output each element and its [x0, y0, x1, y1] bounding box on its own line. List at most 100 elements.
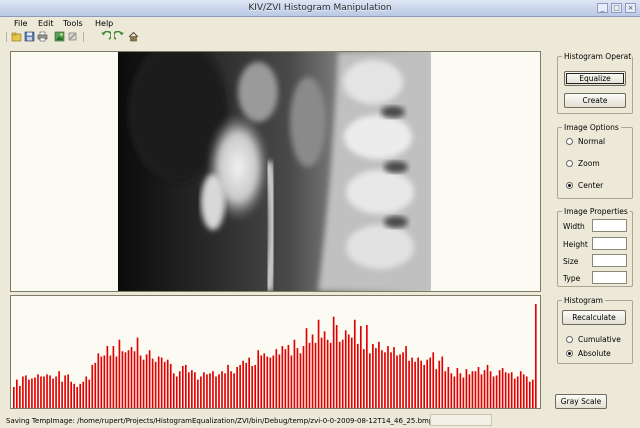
normal-label: Normal — [578, 137, 606, 146]
maximize-button[interactable]: □ — [611, 3, 622, 13]
zoom-radio[interactable]: Zoom — [566, 159, 600, 168]
status-bar-text: Saving TempImage: /home/rupert/Projects/… — [6, 417, 434, 425]
histogram-bar — [25, 375, 27, 408]
histogram-bar — [94, 362, 97, 408]
title-bar: KIV/ZVI Histogram Manipulation _ □ × — [0, 0, 640, 17]
histogram-bar — [296, 348, 299, 408]
histogram-bar — [52, 378, 54, 408]
histogram-bar — [239, 364, 241, 408]
histogram-bar — [417, 357, 419, 408]
histogram-operations-title: Histogram Operations — [562, 52, 632, 61]
menu-file[interactable]: File — [14, 19, 27, 28]
histogram-bar — [375, 348, 377, 408]
print-icon[interactable] — [37, 31, 48, 42]
normal-radio[interactable]: Normal — [566, 137, 605, 146]
normal-radio-dot[interactable] — [566, 138, 573, 145]
histogram-bar — [501, 368, 504, 408]
minimize-button[interactable]: _ — [597, 3, 608, 13]
histogram-bar — [166, 359, 169, 408]
histogram-bar — [453, 376, 456, 408]
histogram-bar — [178, 371, 181, 408]
histogram-bar — [257, 350, 260, 408]
menu-edit[interactable]: Edit — [38, 19, 54, 28]
absolute-radio[interactable]: Absolute — [566, 349, 611, 358]
center-radio-dot[interactable] — [566, 182, 573, 189]
histogram-bar — [350, 337, 353, 408]
histogram-bar — [332, 316, 335, 408]
histogram-bar — [266, 356, 269, 408]
width-label: Width — [563, 222, 585, 231]
histogram-bar — [272, 355, 275, 408]
histogram-bar — [516, 376, 519, 408]
gray-scale-button[interactable]: Gray Scale — [555, 394, 607, 409]
create-button[interactable]: Create — [564, 93, 626, 108]
menu-help[interactable]: Help — [95, 19, 113, 28]
histogram-bar — [82, 381, 85, 408]
histogram-bar — [378, 341, 380, 408]
new-icon[interactable] — [11, 31, 22, 42]
histogram-bar — [55, 376, 57, 408]
histogram-bar — [85, 376, 88, 408]
histogram-bar — [429, 357, 432, 408]
width-field[interactable] — [592, 219, 627, 232]
menu-bar: File Edit Tools Help — [0, 17, 640, 30]
type-field[interactable] — [592, 271, 627, 284]
equalize-button[interactable]: Equalize — [564, 71, 626, 86]
save-icon[interactable] — [24, 31, 35, 42]
crop-icon[interactable] — [67, 31, 78, 42]
redo-icon[interactable] — [114, 31, 125, 42]
histogram-bar — [281, 346, 284, 408]
histogram-bar — [531, 379, 534, 408]
histogram-bar — [347, 334, 350, 408]
undo-icon[interactable] — [100, 31, 111, 42]
histogram-bar — [384, 352, 386, 408]
absolute-radio-dot[interactable] — [566, 350, 573, 357]
histogram-bar — [40, 376, 42, 408]
histogram-chart — [13, 304, 537, 408]
cumulative-radio-dot[interactable] — [566, 336, 573, 343]
histogram-bar — [344, 330, 347, 408]
height-label: Height — [563, 240, 588, 249]
histogram-bar — [233, 373, 235, 408]
histogram-bar — [320, 337, 323, 408]
histogram-bar — [480, 374, 483, 408]
absolute-label: Absolute — [578, 349, 611, 358]
histogram-bar — [293, 339, 296, 408]
histogram-bar — [97, 353, 100, 408]
size-label: Size — [563, 257, 579, 266]
home-icon[interactable] — [128, 31, 139, 42]
cumulative-radio[interactable]: Cumulative — [566, 335, 621, 344]
histogram-bar — [426, 359, 429, 408]
image-options-title: Image Options — [562, 123, 621, 132]
histogram-bar — [64, 375, 66, 408]
histogram-bar — [160, 357, 163, 408]
size-field[interactable] — [592, 254, 627, 267]
histogram-bar — [215, 376, 217, 408]
histogram-bar — [366, 325, 368, 408]
histogram-bar — [353, 319, 356, 408]
histogram-bar — [269, 357, 272, 408]
histogram-bar — [13, 386, 15, 408]
histogram-bar — [212, 371, 214, 408]
histogram-bar — [405, 346, 407, 408]
zoom-radio-dot[interactable] — [566, 160, 573, 167]
histogram-bar — [139, 355, 142, 408]
histogram-bar — [387, 346, 389, 408]
histogram-bar — [444, 371, 447, 408]
histogram-bar — [145, 354, 148, 408]
histogram-bar — [390, 352, 392, 408]
image-icon[interactable] — [54, 31, 65, 42]
histogram-bar — [471, 371, 474, 408]
height-field[interactable] — [592, 237, 627, 250]
close-button[interactable]: × — [625, 3, 636, 13]
histogram-bar — [115, 356, 118, 408]
histogram-bar — [148, 350, 151, 408]
histogram-bar — [317, 319, 320, 408]
center-radio[interactable]: Center — [566, 181, 603, 190]
menu-tools[interactable]: Tools — [63, 19, 83, 28]
recalculate-button[interactable]: Recalculate — [562, 310, 626, 325]
histogram-bar — [314, 342, 317, 408]
histogram-bar — [290, 355, 293, 408]
histogram-bar — [525, 376, 528, 408]
histogram-bar — [338, 341, 341, 408]
